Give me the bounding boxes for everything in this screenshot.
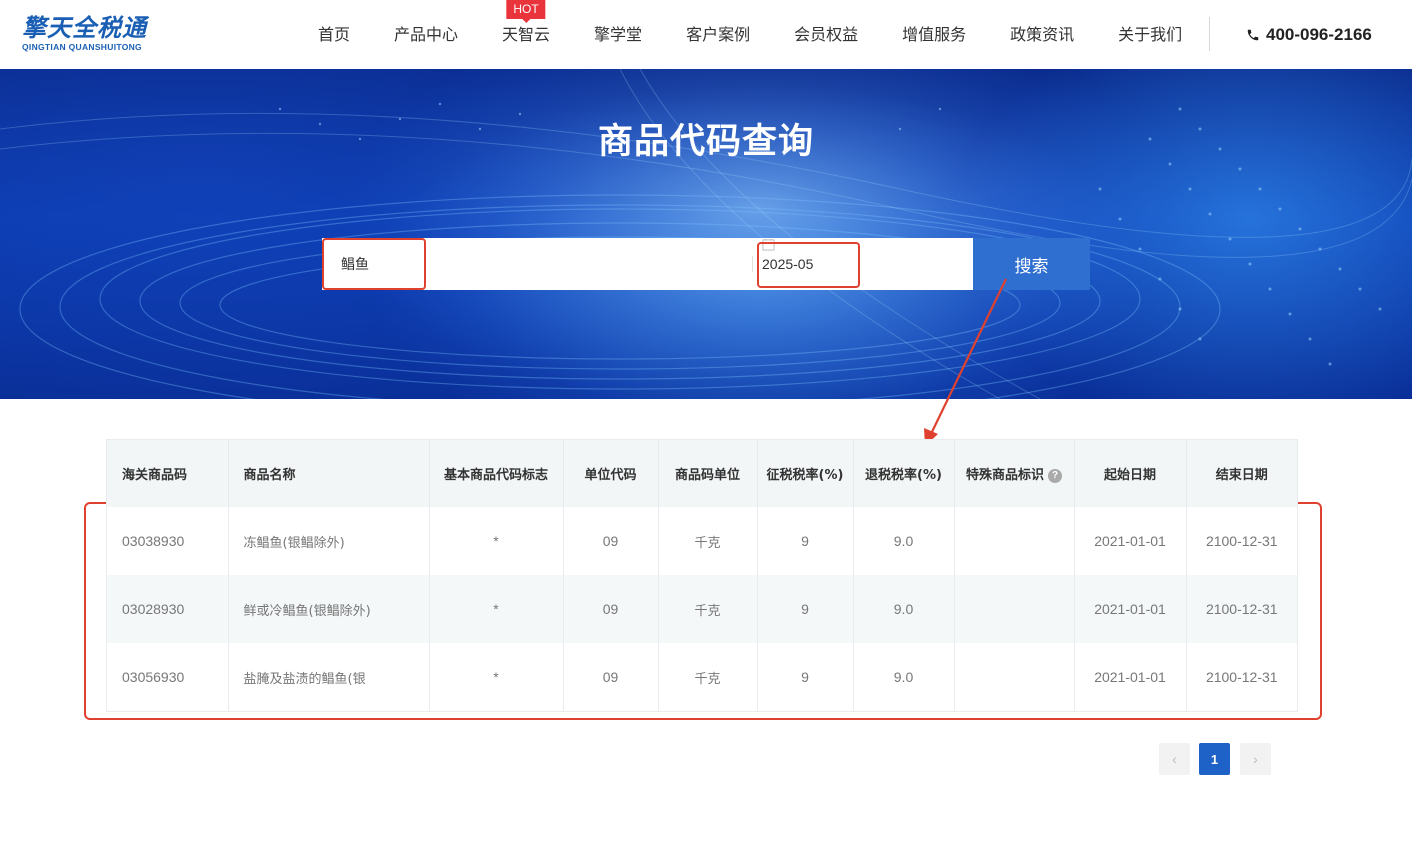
nav-label: 增值服务 <box>902 25 967 44</box>
nav-item-cases[interactable]: 客户案例 <box>664 0 772 69</box>
cell-customs-code: 03028930 <box>107 575 229 643</box>
table-row[interactable]: 03028930 鲜或冷鲳鱼(银鲳除外) * 09 千克 9 9.0 2021-… <box>107 575 1297 643</box>
pagination-next-button[interactable]: › <box>1240 743 1271 775</box>
col-levy-rate: 征税税率(%) <box>757 440 854 507</box>
cell-levy-rate: 9 <box>757 575 854 643</box>
cell-start-date: 2021-01-01 <box>1074 643 1187 711</box>
chevron-left-icon: ‹ <box>1172 751 1177 767</box>
nav-label: 客户案例 <box>686 25 751 44</box>
nav-item-policy[interactable]: 政策资讯 <box>988 0 1096 69</box>
search-button[interactable]: 搜索 <box>973 238 1090 290</box>
chevron-right-icon: › <box>1253 751 1258 767</box>
cell-product-name: 盐腌及盐渍的鲳鱼(银 <box>228 643 430 711</box>
col-customs-code: 海关商品码 <box>107 440 229 507</box>
cell-refund-rate: 9.0 <box>853 575 955 643</box>
highlight-date <box>757 242 860 288</box>
cell-special-flag <box>954 507 1075 575</box>
nav-item-about[interactable]: 关于我们 <box>1096 0 1204 69</box>
phone-number: 400-096-2166 <box>1266 25 1372 44</box>
nav-item-cloud[interactable]: HOT 天智云 <box>480 0 572 69</box>
highlight-keyword <box>322 238 426 290</box>
logo-text: 擎天全税通 <box>22 14 147 42</box>
results-table: 海关商品码 商品名称 基本商品代码标志 单位代码 商品码单位 征税税率(%) 退… <box>106 439 1298 712</box>
col-unit-code: 单位代码 <box>563 440 659 507</box>
cell-unit-code: 09 <box>563 575 659 643</box>
cell-product-name: 冻鲳鱼(银鲳除外) <box>228 507 430 575</box>
cell-start-date: 2021-01-01 <box>1074 575 1187 643</box>
cell-refund-rate: 9.0 <box>853 507 955 575</box>
nav-label: 产品中心 <box>394 25 459 44</box>
pagination-page-1[interactable]: 1 <box>1199 743 1230 775</box>
phone-icon <box>1247 29 1259 40</box>
hero-banner: 商品代码查询 2025-05 搜索 <box>0 69 1412 399</box>
table-header-row: 海关商品码 商品名称 基本商品代码标志 单位代码 商品码单位 征税税率(%) 退… <box>107 440 1297 507</box>
cell-basic-code-flag: * <box>429 507 564 575</box>
nav-item-products[interactable]: 产品中心 <box>372 0 480 69</box>
col-special-flag: 特殊商品标识? <box>954 440 1075 507</box>
nav-label: 政策资讯 <box>1010 25 1075 44</box>
table-row[interactable]: 03038930 冻鲳鱼(银鲳除外) * 09 千克 9 9.0 2021-01… <box>107 507 1297 575</box>
cell-unit-code: 09 <box>563 643 659 711</box>
cell-special-flag <box>954 643 1075 711</box>
cell-unit: 千克 <box>658 507 758 575</box>
search-separator <box>752 256 753 272</box>
cell-basic-code-flag: * <box>429 575 564 643</box>
col-end-date: 结束日期 <box>1186 440 1297 507</box>
main-nav: 首页 产品中心 HOT 天智云 擎学堂 客户案例 会员权益 增值服务 政策资讯 … <box>296 0 1204 69</box>
nav-item-membership[interactable]: 会员权益 <box>772 0 880 69</box>
phone-contact[interactable]: 400-096-2166 <box>1246 0 1372 69</box>
special-flag-label: 特殊商品标识 <box>965 468 1044 483</box>
hot-badge: HOT <box>506 0 546 23</box>
nav-label: 擎学堂 <box>594 25 643 44</box>
col-basic-code-flag: 基本商品代码标志 <box>429 440 564 507</box>
col-unit: 商品码单位 <box>658 440 758 507</box>
cell-end-date: 2100-12-31 <box>1186 575 1297 643</box>
nav-item-home[interactable]: 首页 <box>296 0 372 69</box>
cell-special-flag <box>954 575 1075 643</box>
cell-customs-code: 03056930 <box>107 643 229 711</box>
cell-unit: 千克 <box>658 575 758 643</box>
page-title: 商品代码查询 <box>597 122 814 162</box>
logo-subtext: QINGTIAN QUANSHUITONG <box>22 42 142 52</box>
cell-basic-code-flag: * <box>429 643 564 711</box>
nav-divider <box>1209 17 1210 51</box>
cell-levy-rate: 9 <box>757 507 854 575</box>
site-logo[interactable]: 擎天全税通 QINGTIAN QUANSHUITONG <box>22 14 152 54</box>
nav-label: 会员权益 <box>794 25 859 44</box>
nav-item-services[interactable]: 增值服务 <box>880 0 988 69</box>
cell-levy-rate: 9 <box>757 643 854 711</box>
help-icon[interactable]: ? <box>1048 468 1062 483</box>
cell-end-date: 2100-12-31 <box>1205 669 1278 685</box>
cell-product-name: 鲜或冷鲳鱼(银鲳除外) <box>228 575 430 643</box>
nav-item-academy[interactable]: 擎学堂 <box>572 0 664 69</box>
cell-refund-rate: 9.0 <box>853 643 955 711</box>
cell-unit-code: 09 <box>563 507 659 575</box>
cell-customs-code: 03038930 <box>107 507 229 575</box>
col-refund-rate: 退税税率(%) <box>853 440 955 507</box>
nav-label: 关于我们 <box>1118 25 1183 44</box>
cell-start-date: 2021-01-01 <box>1074 507 1187 575</box>
cell-end-date: 2100-12-31 <box>1205 533 1278 549</box>
col-product-name: 商品名称 <box>228 440 430 507</box>
pagination-prev-button[interactable]: ‹ <box>1159 743 1190 775</box>
col-start-date: 起始日期 <box>1074 440 1187 507</box>
nav-label: 首页 <box>318 25 351 44</box>
cell-unit: 千克 <box>658 643 758 711</box>
table-row[interactable]: 03056930 盐腌及盐渍的鲳鱼(银 * 09 千克 9 9.0 2021-0… <box>107 643 1297 711</box>
site-header: 擎天全税通 QINGTIAN QUANSHUITONG 首页 产品中心 HOT … <box>0 0 1412 69</box>
nav-label: 天智云 <box>502 25 551 44</box>
